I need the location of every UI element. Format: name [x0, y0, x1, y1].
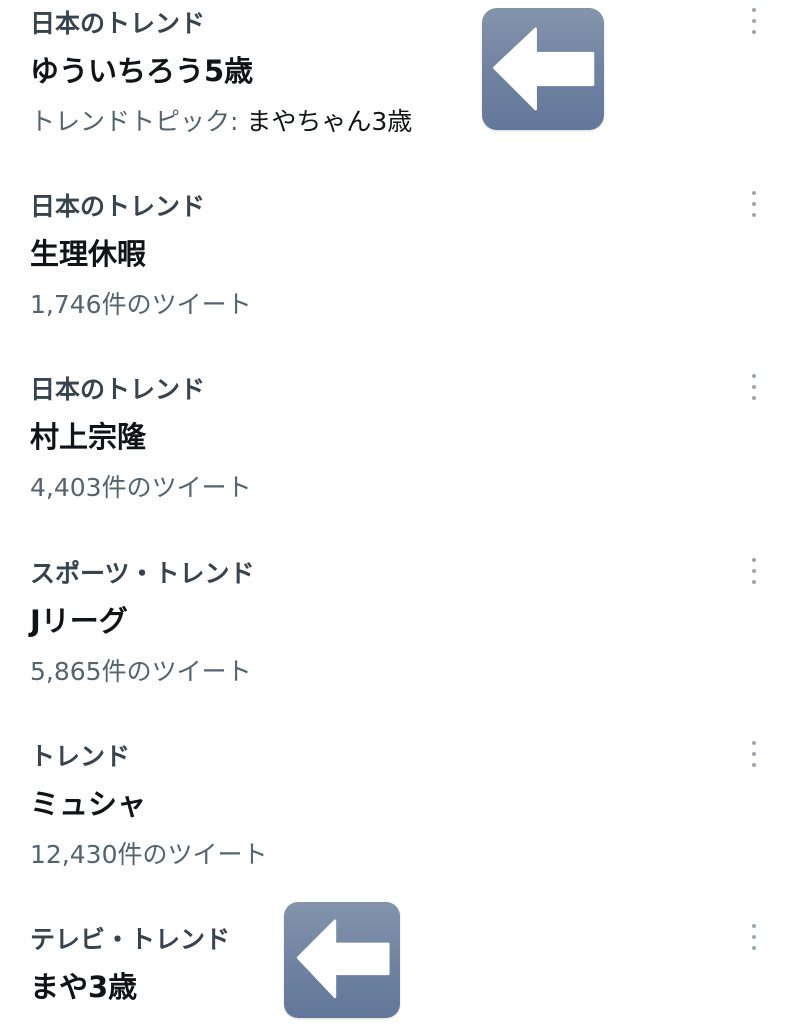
- more-dot: [752, 580, 756, 584]
- left-arrow-icon: [284, 902, 400, 1018]
- trend-item[interactable]: スポーツ・トレンド Jリーグ 5,865件のツイート: [0, 550, 789, 720]
- more-dot: [752, 374, 756, 378]
- trend-context: 日本のトレンド: [30, 375, 206, 404]
- trend-tweet-count: 12,430件のツイート: [30, 840, 268, 869]
- more-vertical-icon[interactable]: [743, 924, 765, 950]
- more-dot: [752, 202, 756, 206]
- trend-topic: Jリーグ: [30, 604, 128, 638]
- trend-topic: ミュシャ: [30, 787, 147, 821]
- more-dot: [752, 935, 756, 939]
- trend-context: スポーツ・トレンド: [30, 559, 255, 588]
- trend-meta-topic: まやちゃん3歳: [246, 107, 413, 136]
- more-dot: [752, 924, 756, 928]
- trend-tweet-count: 5,865件のツイート: [30, 657, 252, 686]
- more-vertical-icon[interactable]: [743, 374, 765, 400]
- trend-topic: 村上宗隆: [30, 420, 147, 454]
- more-vertical-icon[interactable]: [743, 741, 765, 767]
- trend-meta-label: トレンドトピック:: [30, 107, 247, 136]
- more-dot: [752, 558, 756, 562]
- trend-meta: トレンドトピック: まやちゃん3歳: [30, 102, 412, 138]
- trend-item[interactable]: 日本のトレンド 村上宗隆 4,403件のツイート: [0, 366, 789, 536]
- trend-tweet-count: 4,403件のツイート: [30, 473, 252, 502]
- left-arrow-icon: [482, 8, 604, 130]
- trend-item[interactable]: 日本のトレンド ゆういちろう5歳 トレンドトピック: まやちゃん3歳: [0, 0, 789, 170]
- more-dot: [752, 752, 756, 756]
- more-dot: [752, 741, 756, 745]
- trend-context: 日本のトレンド: [30, 9, 206, 38]
- trend-topic: まや3歳: [30, 970, 138, 1004]
- trend-item[interactable]: 日本のトレンド 生理休暇 1,746件のツイート: [0, 183, 789, 353]
- left-arrow-glyph: [492, 27, 595, 111]
- more-dot: [752, 213, 756, 217]
- more-vertical-icon[interactable]: [743, 558, 765, 584]
- trend-context: トレンド: [30, 742, 131, 771]
- more-vertical-icon[interactable]: [743, 8, 765, 34]
- more-dot: [752, 396, 756, 400]
- trend-tweet-count: 1,746件のツイート: [30, 290, 252, 319]
- more-dot: [752, 569, 756, 573]
- trend-item[interactable]: トレンド ミュシャ 12,430件のツイート: [0, 733, 789, 903]
- trend-topic: ゆういちろう5歳: [30, 54, 254, 88]
- more-dot: [752, 19, 756, 23]
- left-arrow-glyph: [296, 919, 390, 999]
- more-dot: [752, 191, 756, 195]
- more-dot: [752, 385, 756, 389]
- more-dot: [752, 8, 756, 12]
- trend-context: テレビ・トレンド: [30, 925, 231, 954]
- more-dot: [752, 30, 756, 34]
- trend-context: 日本のトレンド: [30, 192, 206, 221]
- more-dot: [752, 946, 756, 950]
- more-vertical-icon[interactable]: [743, 191, 765, 217]
- trend-topic: 生理休暇: [30, 237, 147, 271]
- more-dot: [752, 763, 756, 767]
